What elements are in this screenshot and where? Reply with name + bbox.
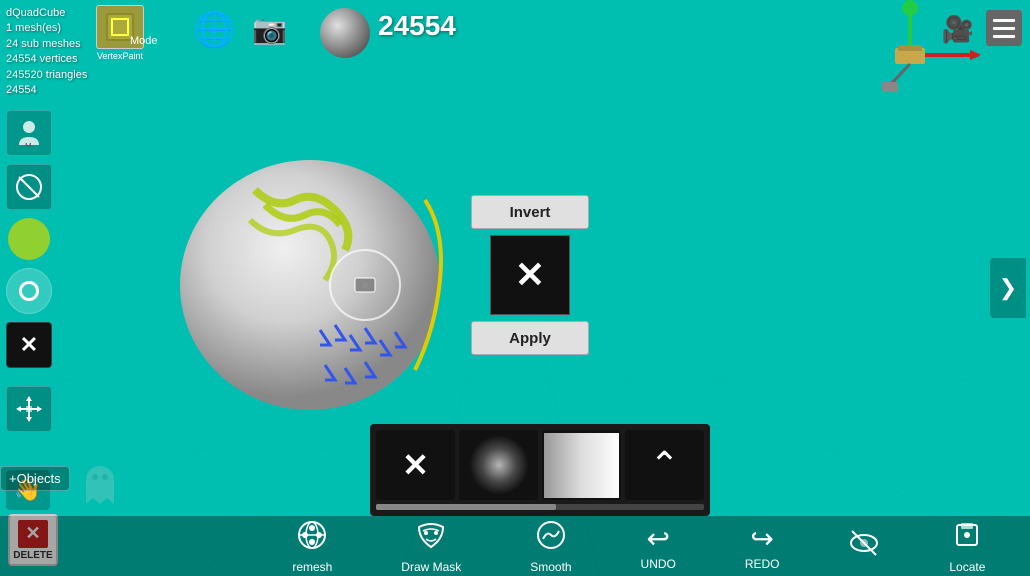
right-chevron-icon: ❯ (999, 275, 1017, 301)
axis-widget (840, 0, 980, 100)
x-brush-icon: ✕ (402, 446, 429, 484)
chevron-brush-icon: ⌃ (649, 444, 679, 486)
mesh-count: 1 mesh(es) (6, 21, 87, 36)
vertex-paint-label: VertexPaint (97, 51, 143, 61)
smooth-btn[interactable]: Smooth (530, 519, 571, 574)
bottom-toolbar: remesh Draw Mask Smooth ↩ UNDO (0, 516, 1030, 576)
smooth-label: Smooth (530, 560, 571, 574)
remesh-label: remesh (292, 560, 332, 574)
hide-icon (848, 527, 880, 566)
undo-icon: ↩ (646, 522, 669, 555)
redo-label: REDO (745, 557, 780, 571)
chevron-brush-cell[interactable]: ⌃ (625, 430, 704, 500)
extra-count: 24554 (6, 83, 87, 98)
mesh-info: dQuadCube 1 mesh(es) 24 sub meshes 24554… (6, 6, 87, 98)
vertex-paint-btn[interactable]: VertexPaint (96, 5, 144, 61)
x-brush-cell[interactable]: ✕ (376, 430, 455, 500)
vertices-count: 24554 vertices (6, 52, 87, 67)
slash-tool-btn[interactable] (6, 164, 52, 210)
redo-btn[interactable]: ↪ REDO (745, 522, 780, 571)
objects-btn[interactable]: +Objects (0, 466, 70, 491)
sphere-preview[interactable] (320, 8, 370, 58)
gradient-brush-icon (544, 433, 619, 498)
user-tool-btn[interactable]: M (6, 110, 52, 156)
undo-btn[interactable]: ↩ UNDO (641, 522, 676, 571)
invert-btn[interactable]: Invert (471, 195, 589, 229)
hide-btn[interactable] (848, 527, 880, 566)
snapshot-camera-icon[interactable]: 📷 (252, 13, 287, 46)
gradient-brush-cell[interactable] (542, 430, 621, 500)
draw-mask-label: Draw Mask (401, 560, 461, 574)
globe-icon[interactable]: 🌐 (193, 10, 233, 50)
triangles-count: 245520 triangles (6, 68, 87, 83)
ghost-icon (70, 461, 130, 511)
cloud-brush-icon (469, 435, 529, 495)
redo-icon: ↪ (750, 522, 773, 555)
invert-apply-panel: Invert ✕ Apply (470, 195, 590, 355)
brush-row: ✕ ⌃ (376, 430, 704, 500)
3d-mesh-object (155, 130, 465, 410)
mask-x-icon: ✕ (515, 254, 545, 296)
app-title: dQuadCube (6, 6, 87, 21)
svg-text:M: M (25, 142, 32, 147)
white-circle-btn[interactable] (6, 268, 52, 314)
cloud-brush-cell[interactable] (459, 430, 538, 500)
brush-palette: ✕ ⌃ (370, 424, 710, 516)
locate-btn[interactable]: Locate (949, 519, 985, 574)
draw-mask-btn[interactable]: Draw Mask (401, 519, 461, 574)
left-tools: M ✕ (6, 110, 52, 432)
ham-line-2 (993, 27, 1015, 30)
draw-mask-icon (415, 519, 447, 558)
vertex-counter: 24554 (378, 10, 456, 42)
apply-btn[interactable]: Apply (471, 321, 589, 355)
brush-progress-fill (376, 504, 556, 510)
ham-line-1 (993, 19, 1015, 22)
right-panel-arrow[interactable]: ❯ (990, 258, 1026, 318)
locate-label: Locate (949, 560, 985, 574)
remesh-btn[interactable]: remesh (292, 519, 332, 574)
color-dot-btn[interactable] (8, 218, 50, 260)
x-tool-btn[interactable]: ✕ (6, 322, 52, 368)
ham-line-3 (993, 35, 1015, 38)
undo-label: UNDO (641, 557, 676, 571)
brush-progress-bar[interactable] (376, 504, 704, 510)
locate-icon (951, 519, 983, 558)
mask-preview: ✕ (490, 235, 570, 315)
hamburger-menu[interactable] (986, 10, 1022, 46)
mode-label: Mode (130, 35, 158, 47)
sub-meshes: 24 sub meshes (6, 37, 87, 52)
transform-tool-btn[interactable] (6, 386, 52, 432)
smooth-icon (535, 519, 567, 558)
remesh-icon (296, 519, 328, 558)
